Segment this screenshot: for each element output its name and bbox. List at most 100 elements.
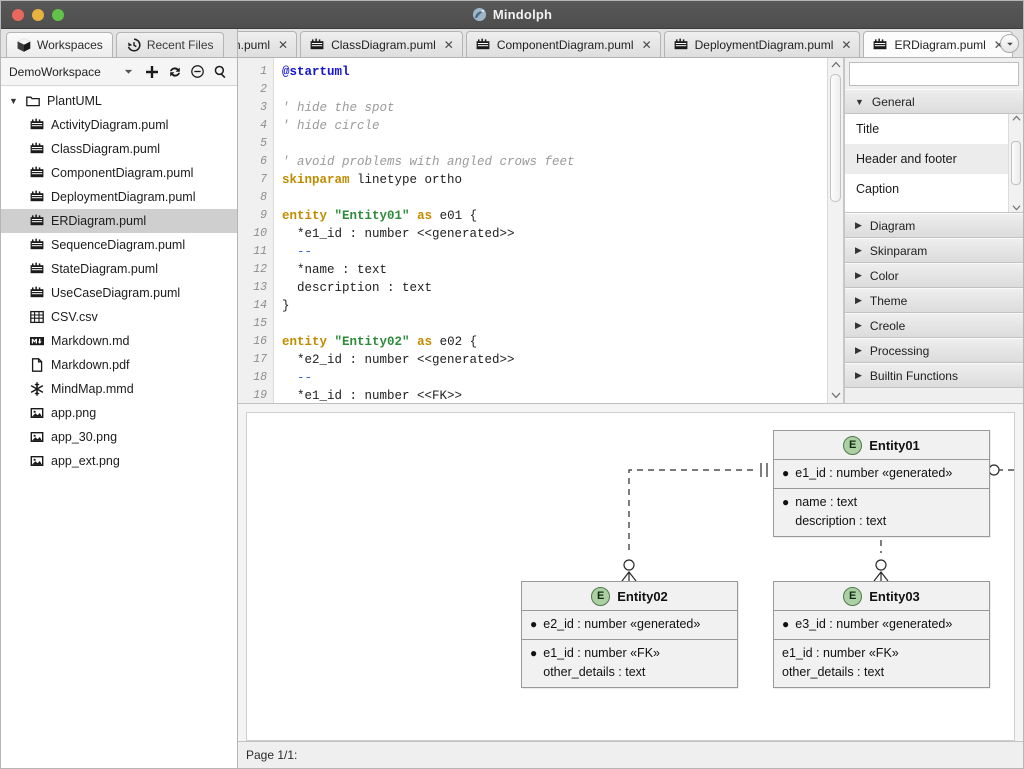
accordion-label: General xyxy=(871,94,915,109)
field-text: e1_id : number «FK» xyxy=(782,646,899,660)
close-icon[interactable]: ✕ xyxy=(841,38,851,52)
add-workspace-button[interactable] xyxy=(141,61,162,82)
file-tree[interactable]: ▼ PlantUML ActivityDiagram.puml ClassDia… xyxy=(1,85,237,768)
relation-e01-e04 xyxy=(997,469,1014,471)
tree-item-statediagram[interactable]: StateDiagram.puml xyxy=(1,257,237,281)
sidebar-tab-workspaces[interactable]: Workspaces xyxy=(6,32,113,57)
scrollbar-thumb[interactable] xyxy=(830,74,841,202)
puml-icon xyxy=(674,38,688,49)
tree-item-plantuml-folder[interactable]: ▼ PlantUML xyxy=(1,89,237,113)
close-icon[interactable]: ✕ xyxy=(444,38,454,52)
code-token: linetype ortho xyxy=(349,173,463,187)
tree-item-activitydiagram[interactable]: ActivityDiagram.puml xyxy=(1,113,237,137)
close-icon[interactable]: ✕ xyxy=(278,38,288,52)
image-icon xyxy=(30,408,44,418)
find-in-files-button[interactable] xyxy=(210,61,231,82)
diagram-canvas[interactable]: E Entity01 ● e1_id : number «generated» xyxy=(246,412,1015,741)
tree-item-label: Markdown.md xyxy=(51,334,130,348)
properties-search-input[interactable] xyxy=(849,62,1019,86)
window-controls xyxy=(1,8,64,21)
editor-vertical-scrollbar[interactable] xyxy=(827,58,843,403)
entity-name: Entity02 xyxy=(617,588,668,604)
line-number: 12 xyxy=(253,263,267,276)
scrollbar-thumb[interactable] xyxy=(1011,141,1021,185)
accordion-header-skinparam[interactable]: ▶ Skinparam xyxy=(845,238,1023,263)
close-icon[interactable]: ✕ xyxy=(642,38,652,52)
properties-panel: ▼ General Title Header and footer Captio… xyxy=(844,58,1023,403)
tree-item-label: app.png xyxy=(51,406,97,420)
editor-tab-label: DeploymentDiagram.puml xyxy=(694,37,834,52)
line-number: 8 xyxy=(260,191,267,204)
workspace-dropdown-button[interactable] xyxy=(118,61,139,82)
tree-item-csv[interactable]: CSV.csv xyxy=(1,305,237,329)
close-window-button[interactable] xyxy=(12,8,24,21)
puml-icon xyxy=(30,262,44,274)
field-text: other_details : text xyxy=(782,665,885,679)
markdown-icon xyxy=(30,337,44,346)
tree-item-mindmap[interactable]: MindMap.mmd xyxy=(1,377,237,401)
general-items-list[interactable]: Title Header and footer Caption xyxy=(845,114,1008,212)
editor-tab-componentdiagram[interactable]: ComponentDiagram.puml ✕ xyxy=(465,31,661,57)
general-list-scrollbar[interactable] xyxy=(1008,114,1023,212)
scroll-down-button[interactable] xyxy=(831,388,841,402)
tree-item-app-ext-png[interactable]: app_ext.png xyxy=(1,449,237,473)
accordion-header-general[interactable]: ▼ General xyxy=(845,89,1023,114)
accordion-header-theme[interactable]: ▶ Theme xyxy=(845,288,1023,313)
accordion-header-builtin-functions[interactable]: ▶ Builtin Functions xyxy=(845,363,1023,388)
entity-section-fields: ● e1_id : number «FK» ● other_details : … xyxy=(522,640,737,687)
accordion-header-color[interactable]: ▶ Color xyxy=(845,263,1023,288)
entity-field: ● description : text xyxy=(782,512,981,531)
maximize-window-button[interactable] xyxy=(52,8,64,21)
editor-tab-activitydiagram[interactable]: ram.puml ✕ xyxy=(238,31,298,57)
chevron-up-icon[interactable] xyxy=(1012,115,1021,122)
refresh-button[interactable] xyxy=(164,61,185,82)
chevron-down-icon[interactable] xyxy=(1012,204,1021,211)
chevron-down-icon xyxy=(831,392,840,399)
editor-tab-erdiagram[interactable]: ERDiagram.puml ✕ xyxy=(863,31,1013,57)
tree-item-classdiagram[interactable]: ClassDiagram.puml xyxy=(1,137,237,161)
tree-item-app-30-png[interactable]: app_30.png xyxy=(1,425,237,449)
entity-section-pk: ● e2_id : number «generated» xyxy=(522,611,737,640)
tree-item-markdown-pdf[interactable]: Markdown.pdf xyxy=(1,353,237,377)
property-item-header-and-footer[interactable]: Header and footer xyxy=(845,144,1008,174)
accordion-header-diagram[interactable]: ▶ Diagram xyxy=(845,213,1023,238)
code-token: *e2_id : number <<generated>> xyxy=(282,353,515,367)
tree-item-markdown-md[interactable]: Markdown.md xyxy=(1,329,237,353)
tree-item-label: UseCaseDiagram.puml xyxy=(51,286,181,300)
diagram-preview-pane: E Entity01 ● e1_id : number «generated» xyxy=(238,403,1023,741)
entity-field: ● e3_id : number «generated» xyxy=(782,615,981,634)
tree-item-label: app_30.png xyxy=(51,430,118,444)
line-number: 10 xyxy=(253,227,267,240)
tree-item-componentdiagram[interactable]: ComponentDiagram.puml xyxy=(1,161,237,185)
accordion-label: Theme xyxy=(869,293,908,308)
scroll-up-button[interactable] xyxy=(831,58,841,72)
expand-caret-icon[interactable]: ▼ xyxy=(9,96,19,106)
property-item-caption[interactable]: Caption xyxy=(845,174,1008,204)
entity-box-entity03[interactable]: E Entity03 ● e3_id : number «generated» xyxy=(773,581,990,688)
code-editor[interactable]: 1 2 3 4 5 6 7 8 9 10 11 12 13 14 15 16 1… xyxy=(238,58,844,403)
search-icon xyxy=(214,65,226,79)
collapse-all-button[interactable] xyxy=(187,61,208,82)
tree-item-label: CSV.csv xyxy=(51,310,98,324)
tab-overflow-button[interactable] xyxy=(1000,34,1019,53)
editor-tab-deploymentdiagram[interactable]: DeploymentDiagram.puml ✕ xyxy=(663,31,861,57)
tree-item-usecasediagram[interactable]: UseCaseDiagram.puml xyxy=(1,281,237,305)
code-text[interactable]: @startuml ' hide the spot ' hide circle '… xyxy=(274,58,827,403)
tree-item-sequencediagram[interactable]: SequenceDiagram.puml xyxy=(1,233,237,257)
entity-box-entity02[interactable]: E Entity02 ● e2_id : number «generated» xyxy=(521,581,738,688)
tree-item-erdiagram[interactable]: ERDiagram.puml xyxy=(1,209,237,233)
field-text: other_details : text xyxy=(543,665,646,679)
sidebar-tab-recent-files[interactable]: Recent Files xyxy=(115,32,224,57)
tree-item-app-png[interactable]: app.png xyxy=(1,401,237,425)
accordion-label: Diagram xyxy=(869,218,916,233)
tree-item-deploymentdiagram[interactable]: DeploymentDiagram.puml xyxy=(1,185,237,209)
accordion-header-processing[interactable]: ▶ Processing xyxy=(845,338,1023,363)
accordion-header-creole[interactable]: ▶ Creole xyxy=(845,313,1023,338)
puml-icon xyxy=(30,286,44,298)
property-item-title[interactable]: Title xyxy=(845,114,1008,144)
minimize-window-button[interactable] xyxy=(32,8,44,21)
editor-tab-classdiagram[interactable]: ClassDiagram.puml ✕ xyxy=(300,31,463,57)
entity-box-entity01[interactable]: E Entity01 ● e1_id : number «generated» xyxy=(773,430,990,537)
